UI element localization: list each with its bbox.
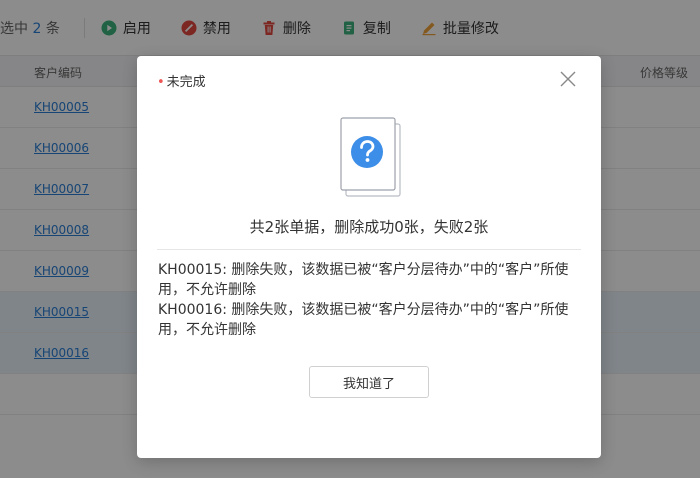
acknowledge-button[interactable]: 我知道了 — [309, 366, 429, 398]
error-message: KH00016: 删除失败，该数据已被“客户分层待办”中的“客户”所使用，不允许… — [158, 302, 569, 338]
result-summary: 共2张单据，删除成功0张，失败2张 — [249, 218, 489, 236]
error-message: KH00015: 删除失败，该数据已被“客户分层待办”中的“客户”所使用，不允许… — [158, 262, 569, 298]
result-dialog: • 未完成 共2张单据，删除成功0张，失败2张 KH00015: 删除失败，该数据… — [137, 56, 601, 458]
close-icon[interactable] — [559, 70, 577, 88]
title-marker: • — [157, 75, 165, 90]
document-question-icon — [340, 117, 401, 197]
dialog-divider — [157, 249, 581, 250]
dialog-title: • 未完成 — [157, 71, 206, 90]
dialog-title-text: 未完成 — [166, 75, 206, 90]
error-message-list: KH00015: 删除失败，该数据已被“客户分层待办”中的“客户”所使用，不允许… — [158, 260, 583, 340]
